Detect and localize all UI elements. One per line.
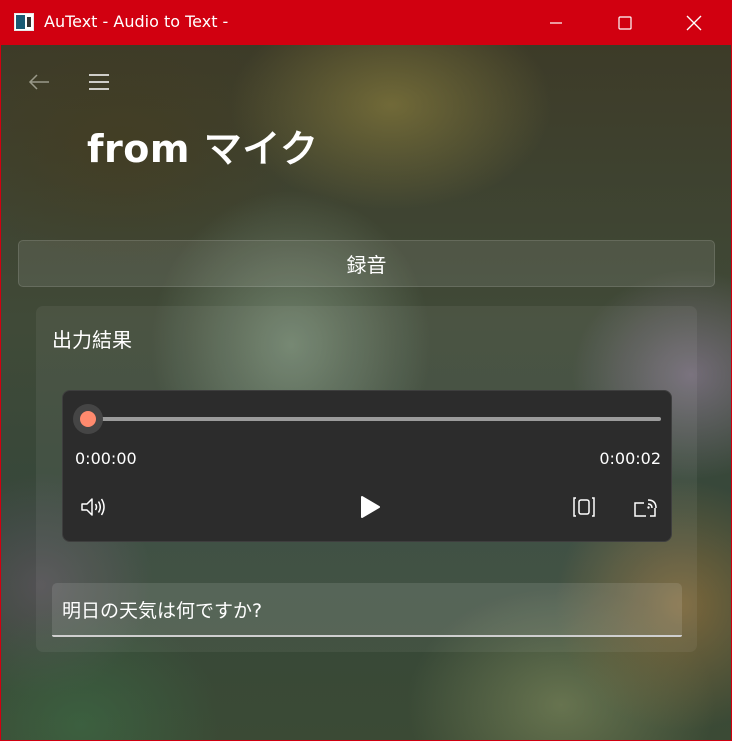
arrow-left-icon [28,74,49,90]
app-window: AuText - Audio to Text - from マイク 録音 出力結… [0,0,732,741]
aspect-ratio-icon [573,497,595,517]
seek-bar-track[interactable] [89,417,661,421]
minimize-icon [550,22,562,24]
result-card: 出力結果 0:00:00 0:00:02 明日の天気は何ですか? [36,306,697,652]
close-icon [686,15,702,31]
maximize-icon [618,16,632,30]
window-title: AuText - Audio to Text - [44,12,229,31]
hamburger-menu-icon [89,74,109,90]
total-time: 0:00:02 [599,449,661,468]
result-label: 出力結果 [52,328,132,352]
record-button[interactable]: 録音 [18,240,715,287]
page-title: from マイク [87,127,319,171]
title-bar[interactable]: AuText - Audio to Text - [1,1,731,45]
back-button[interactable] [25,67,53,97]
volume-icon [81,498,105,516]
app-icon [14,13,34,31]
play-button[interactable] [353,491,387,523]
media-player: 0:00:00 0:00:02 [62,390,672,542]
cast-button[interactable] [628,491,662,523]
seek-thumb[interactable] [80,411,96,427]
close-button[interactable] [671,1,717,45]
menu-button[interactable] [85,67,113,97]
aspect-ratio-button[interactable] [567,491,601,523]
play-icon [361,496,380,518]
transcript-field[interactable]: 明日の天気は何ですか? [52,583,682,637]
minimize-button[interactable] [533,1,579,45]
volume-button[interactable] [76,491,110,523]
maximize-button[interactable] [602,1,648,45]
current-time: 0:00:00 [75,449,137,468]
cast-icon [634,499,657,517]
